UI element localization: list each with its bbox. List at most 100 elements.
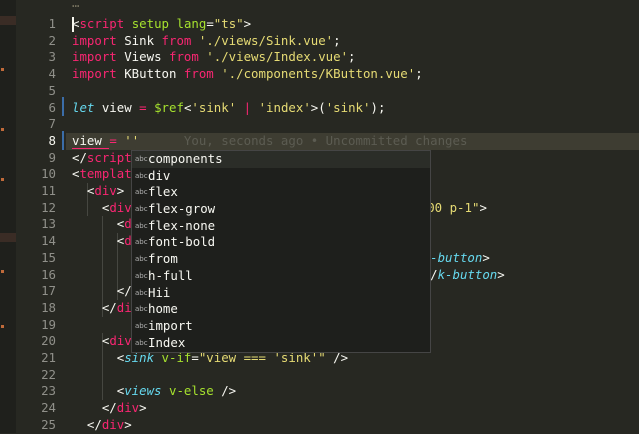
line-number: 13 [41,216,56,232]
change-marker [1,128,4,131]
suggestion-item[interactable]: abc Hii [132,285,430,302]
code-line[interactable] [72,83,639,100]
text-cursor [72,17,74,32]
line-number: 2 [48,32,56,48]
code-line[interactable]: import KButton from './components/KButto… [72,66,639,83]
code-token: > [124,416,132,432]
suggestion-label: font-bold [148,234,216,250]
code-token: k-button [437,266,498,282]
code-token: KButton [116,66,184,82]
suggestion-item[interactable]: abc Index [132,335,430,352]
change-marker [1,325,4,328]
code-token: < [72,249,140,265]
code-line[interactable]: <views v-else /> [72,383,639,400]
line-number: 5 [48,82,56,98]
line-number: 8 [48,132,56,148]
code-token: div [109,199,132,215]
code-line[interactable]: import Views from './views/Index.vue'; [72,49,639,66]
code-token: './components/KButton.vue' [221,66,416,82]
code-line[interactable] [72,367,639,384]
line-number: 10 [41,166,56,182]
suggestion-item[interactable]: abc import [132,318,430,335]
code-token: < [72,383,125,399]
code-line[interactable] [72,116,639,133]
code-token: "ts" [213,16,244,31]
suggestion-label: import [148,317,193,333]
code-token: let [72,99,95,115]
code-token: = [109,132,117,148]
line-number: 17 [41,283,56,299]
code-token: | [243,99,252,115]
suggestion-item[interactable]: abc from [132,251,430,268]
code-token: 'sink' [191,99,237,115]
breakpoint-marker [0,16,16,25]
code-token: ; [348,49,356,65]
code-token: 'sink' [325,99,371,115]
code-token: view [94,99,140,115]
code-line[interactable]: import Sink from './views/Sink.vue'; [72,33,639,50]
suggestion-item[interactable]: abc font-bold [132,234,430,251]
code-line[interactable]: <script setup lang="ts"> [72,16,639,33]
code-token: script [79,16,125,31]
code-token: lang [176,16,207,31]
suggestion-label: flex [148,184,178,200]
line-number: 1 [48,16,56,31]
line-number: 3 [48,49,56,65]
code-token: >( [310,99,326,115]
code-token: > [497,266,505,282]
line-number: 23 [41,383,56,399]
code-token: $ref [154,99,184,115]
code-token: 'index' [258,99,311,115]
breakpoint-marker [0,233,16,242]
line-number: 12 [41,199,56,215]
line-number-gutter: 1 2 3 4 5 6 7 8 9 10 11 12 13 14 15 16 17 18 19 20 21 22 23 24 2… [16,0,56,433]
suggestion-item[interactable]: abc components [132,151,430,168]
suggestion-item[interactable]: abc home [132,301,430,318]
text-kind-icon: abc [135,321,148,330]
code-token: < [72,266,140,282]
code-token: > [479,199,487,215]
line-number: 25 [41,416,56,432]
code-token: view [72,132,110,149]
suggestion-item[interactable]: abc flex-grow [132,201,430,218]
autocomplete-popup[interactable]: abc components abc div abc flex abc flex-grow ab… [131,150,431,353]
change-marker [1,270,4,273]
line-number: 22 [41,366,56,382]
text-kind-icon: abc [135,205,148,214]
line-number: 9 [48,149,56,165]
code-token: ; [415,66,423,82]
code-line[interactable]: view = '' You, seconds ago • Uncommitted… [66,132,639,150]
code-line[interactable]: </div> [72,400,639,417]
line-number: 6 [48,99,56,115]
change-marker [1,178,4,181]
line-number: 7 [48,116,56,132]
suggestion-label: flex-grow [148,201,216,217]
suggestion-item[interactable]: abc flex-none [132,218,430,235]
suggestion-label: div [148,167,171,183]
suggestion-item[interactable]: abc flex [132,184,430,201]
folded-ellipsis[interactable]: … [72,0,79,10]
code-token: import [72,32,117,48]
code-token: script [86,149,132,165]
code-token: /> [213,383,237,399]
code-line[interactable]: </div> [72,417,639,434]
line-number: 11 [41,183,56,198]
code-line[interactable]: let view = $ref<'sink' | 'index'>('sink'… [72,100,639,117]
line-number: 21 [41,350,56,365]
code-token: ; [333,32,341,48]
code-token: < [72,333,110,349]
code-token: < [72,199,110,215]
code-token: views [124,383,162,399]
suggestion-label: home [148,301,178,317]
code-token: > [482,249,490,265]
suggestion-item[interactable]: abc h-full [132,268,430,285]
suggestion-item[interactable]: abc div [132,168,430,185]
change-marker [1,68,4,71]
code-token: </ [72,283,132,299]
